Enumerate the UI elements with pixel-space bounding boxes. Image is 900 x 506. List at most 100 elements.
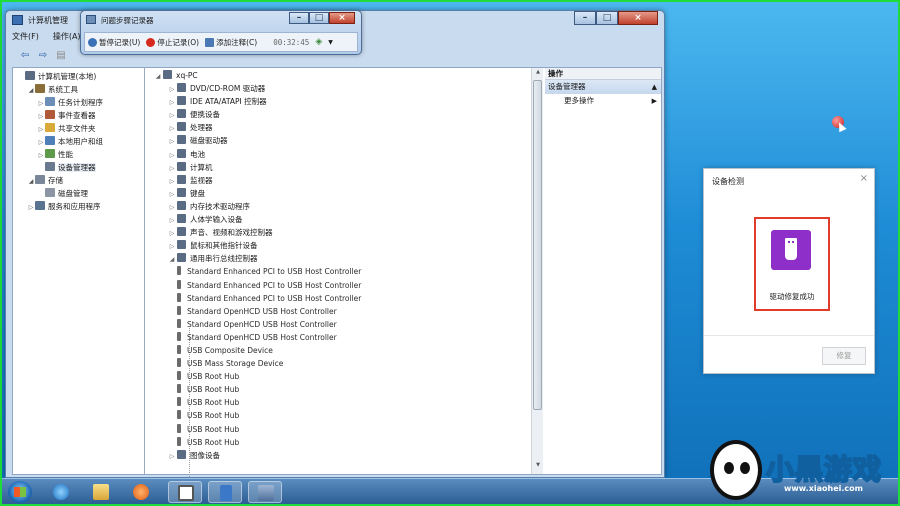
device-category[interactable]: ◢ 通用串行总线控制器 xyxy=(147,252,529,265)
device-item[interactable]: Standard OpenHCD USB Host Controller xyxy=(147,318,529,331)
taskbar-media-player[interactable] xyxy=(124,481,158,503)
close-button[interactable]: × xyxy=(618,11,658,25)
device-item[interactable]: USB Root Hub xyxy=(147,409,529,422)
device-item[interactable]: Standard Enhanced PCI to USB Host Contro… xyxy=(147,279,529,292)
scrollbar-thumb[interactable] xyxy=(533,80,542,410)
expand-arrow-icon[interactable]: ▷ xyxy=(167,83,177,96)
device-item[interactable]: Standard Enhanced PCI to USB Host Contro… xyxy=(147,265,529,278)
expand-arrow-icon[interactable]: ▷ xyxy=(167,109,177,122)
expand-arrow-icon[interactable]: ▷ xyxy=(167,201,177,214)
stop-record-button[interactable]: 停止记录(O) xyxy=(146,37,199,48)
device-category[interactable]: ▷ 鼠标和其他指针设备 xyxy=(147,239,529,252)
expand-arrow-icon[interactable]: ◢ xyxy=(167,253,177,266)
actions-section-device-manager[interactable]: 设备管理器 ▲ xyxy=(545,80,661,94)
console-tree-item[interactable]: ◢ 存储 xyxy=(13,174,144,187)
device-category[interactable]: ▷ 磁盘驱动器 xyxy=(147,134,529,147)
scroll-down-icon[interactable]: ▼ xyxy=(534,462,542,472)
console-tree-item[interactable]: ▷ 服务和应用程序 xyxy=(13,200,144,213)
repair-button[interactable]: 修复 xyxy=(822,347,866,365)
taskbar-explorer[interactable] xyxy=(84,481,118,503)
up-folder-icon[interactable]: ▤ xyxy=(54,50,68,62)
menu-action[interactable]: 操作(A) xyxy=(53,31,81,45)
expand-arrow-icon[interactable]: ◢ xyxy=(153,70,163,83)
expand-arrow-icon[interactable]: ▷ xyxy=(167,96,177,109)
console-tree-item[interactable]: 设备管理器 xyxy=(13,161,144,174)
device-category[interactable]: ▷ 电池 xyxy=(147,148,529,161)
device-tree-root[interactable]: ◢ xq-PC xyxy=(147,69,529,82)
device-item[interactable]: Standard OpenHCD USB Host Controller xyxy=(147,331,529,344)
device-item[interactable]: Standard OpenHCD USB Host Controller xyxy=(147,305,529,318)
expand-arrow-icon[interactable]: ▷ xyxy=(27,201,35,214)
device-item[interactable]: USB Root Hub xyxy=(147,383,529,396)
recorder-close-button[interactable]: × xyxy=(329,12,355,24)
taskbar-steps-recorder[interactable] xyxy=(168,481,202,503)
device-item[interactable]: USB Root Hub xyxy=(147,370,529,383)
device-label: Standard Enhanced PCI to USB Host Contro… xyxy=(187,280,362,290)
expand-arrow-icon[interactable]: ▷ xyxy=(167,122,177,135)
scroll-up-icon[interactable]: ▲ xyxy=(534,69,542,79)
computer-management-icon xyxy=(12,15,23,25)
device-label: USB Root Hub xyxy=(187,385,240,395)
pause-record-button[interactable]: 暂停记录(U) xyxy=(88,37,140,48)
device-label: 键盘 xyxy=(190,188,205,198)
add-comment-label: 添加注释(C) xyxy=(216,37,258,47)
device-item[interactable]: Standard Enhanced PCI to USB Host Contro… xyxy=(147,292,529,305)
device-item[interactable]: USB Root Hub xyxy=(147,396,529,409)
expand-arrow-icon[interactable]: ▷ xyxy=(167,149,177,162)
usb-stick-shape xyxy=(785,238,797,260)
expand-arrow-icon[interactable]: ▷ xyxy=(167,214,177,227)
device-category[interactable]: ▷ 处理器 xyxy=(147,121,529,134)
expand-arrow-icon[interactable]: ▷ xyxy=(167,240,177,253)
menu-file[interactable]: 文件(F) xyxy=(12,31,39,45)
dropdown-arrow-icon[interactable]: ▼ xyxy=(328,39,333,46)
device-category[interactable]: ▷ 声音、视频和游戏控制器 xyxy=(147,226,529,239)
device-category[interactable]: ▷ 计算机 xyxy=(147,161,529,174)
console-tree-item[interactable]: ▷ 事件查看器 xyxy=(13,109,144,122)
device-category[interactable]: ▷ 键盘 xyxy=(147,187,529,200)
expand-arrow-icon[interactable]: ▷ xyxy=(167,450,177,463)
console-tree-item[interactable]: ▷ 本地用户和组 xyxy=(13,135,144,148)
forward-arrow-icon[interactable]: ⇨ xyxy=(36,50,50,62)
device-item[interactable]: USB Composite Device xyxy=(147,344,529,357)
maximize-icon: □ xyxy=(602,13,612,23)
console-tree-item[interactable]: ▷ 任务计划程序 xyxy=(13,96,144,109)
recorder-minimize-button[interactable]: – xyxy=(289,12,309,24)
back-arrow-icon[interactable]: ⇦ xyxy=(18,50,32,62)
device-category-icon xyxy=(177,161,186,171)
minimize-button[interactable]: – xyxy=(574,11,596,25)
dialog-close-icon[interactable]: × xyxy=(860,173,868,184)
maximize-button[interactable]: □ xyxy=(596,11,618,25)
device-item[interactable]: USB Root Hub xyxy=(147,436,529,449)
expand-arrow-icon[interactable]: ▷ xyxy=(167,227,177,240)
console-tree-item[interactable]: ▷ 共享文件夹 xyxy=(13,122,144,135)
expand-arrow-icon[interactable]: ▷ xyxy=(167,175,177,188)
device-label: USB Root Hub xyxy=(187,437,240,447)
expand-arrow-icon[interactable]: ▷ xyxy=(167,135,177,148)
vertical-scrollbar[interactable]: ▲ ▼ xyxy=(531,68,543,474)
device-category[interactable]: ▷ 内存技术驱动程序 xyxy=(147,200,529,213)
device-label: 电池 xyxy=(190,149,205,159)
expand-arrow-icon[interactable]: ▷ xyxy=(167,188,177,201)
start-button[interactable] xyxy=(8,481,32,503)
recorder-maximize-button[interactable]: □ xyxy=(309,12,329,24)
device-category[interactable]: ▷ 图像设备 xyxy=(147,449,529,462)
device-item[interactable]: USB Root Hub xyxy=(147,423,529,436)
device-category[interactable]: ▷ 人体学输入设备 xyxy=(147,213,529,226)
console-tree-item[interactable]: ◢ 系统工具 xyxy=(13,83,144,96)
watermark-url: www.xiaohei.com xyxy=(784,484,863,493)
console-tree-item[interactable]: 磁盘管理 xyxy=(13,187,144,200)
taskbar-ie[interactable] xyxy=(44,481,78,503)
device-category[interactable]: ▷ IDE ATA/ATAPI 控制器 xyxy=(147,95,529,108)
console-tree-item[interactable]: 计算机管理(本地) xyxy=(13,70,144,83)
shield-help-icon[interactable]: ◈ xyxy=(315,37,322,47)
console-tree-item[interactable]: ▷ 性能 xyxy=(13,148,144,161)
taskbar-device-tool[interactable] xyxy=(208,481,242,503)
taskbar-computer-management[interactable] xyxy=(248,481,282,503)
device-category[interactable]: ▷ 便携设备 xyxy=(147,108,529,121)
device-category[interactable]: ▷ DVD/CD-ROM 驱动器 xyxy=(147,82,529,95)
add-comment-button[interactable]: 添加注释(C) xyxy=(205,37,257,48)
more-actions-item[interactable]: 更多操作 ▶ xyxy=(545,94,661,108)
device-item[interactable]: USB Mass Storage Device xyxy=(147,357,529,370)
expand-arrow-icon[interactable]: ▷ xyxy=(167,162,177,175)
device-category[interactable]: ▷ 监视器 xyxy=(147,174,529,187)
